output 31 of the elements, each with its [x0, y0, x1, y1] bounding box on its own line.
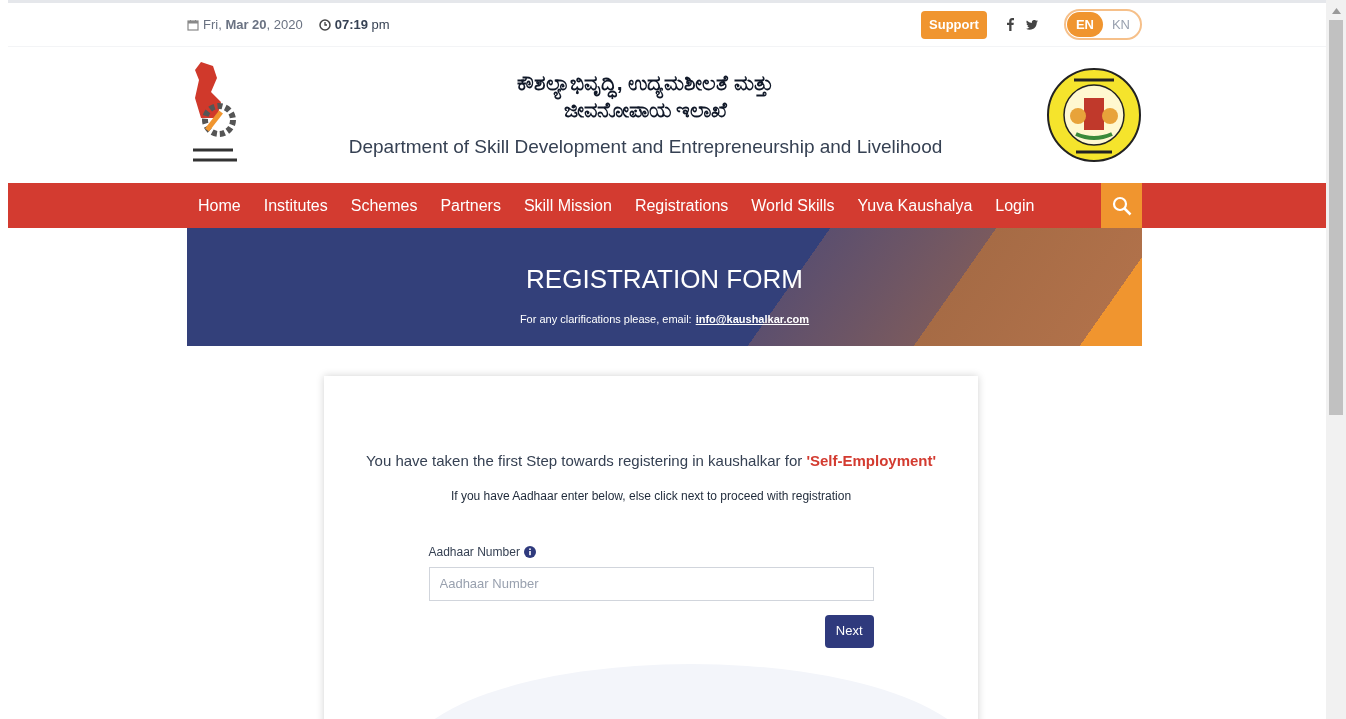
scrollbar-thumb[interactable]: [1329, 20, 1343, 415]
nav-link[interactable]: Home: [198, 193, 241, 218]
next-button[interactable]: Next: [824, 614, 874, 648]
aadhaar-input-field[interactable]: Aadhaar Number: [428, 566, 874, 601]
nav-link[interactable]: World Skills: [751, 193, 835, 218]
nav-link[interactable]: Skill Mission: [523, 193, 612, 218]
info-icon: [523, 545, 536, 558]
nav-link[interactable]: Institutes: [263, 193, 328, 218]
clock-icon: [318, 18, 331, 31]
instruction-text: If you have Aadhaar enter below, else click next to proceed with registration: [450, 487, 852, 505]
banner-note: For any clarifications please, email:: [519, 312, 692, 328]
scrollbar[interactable]: [1326, 0, 1346, 719]
nav-link[interactable]: Partners: [440, 193, 501, 218]
nav-link[interactable]: Yuva Kaushalya: [857, 193, 973, 218]
calendar-icon: [187, 18, 199, 31]
date-text: Fri, Mar 20, 2020: [203, 15, 303, 34]
nav-link[interactable]: Schemes: [350, 193, 418, 218]
email-link[interactable]: info@kaushalkar.com: [695, 311, 810, 328]
language-option[interactable]: KN: [1102, 12, 1139, 37]
intro-text: You have taken the first Step towards registering in kaushalkar for 'Self-Employment': [365, 451, 937, 471]
search-button[interactable]: [1101, 183, 1142, 228]
banner-title: REGISTRATION FORM: [526, 263, 803, 297]
nav-link[interactable]: Registrations: [634, 193, 729, 218]
department-title: Department of Skill Development and Entrepreneurship and Livelihood: [348, 134, 943, 159]
search-icon: [1111, 195, 1132, 216]
scroll-up-icon[interactable]: [1331, 8, 1341, 14]
facebook-icon[interactable]: [1006, 18, 1014, 31]
nav-link[interactable]: Login: [995, 193, 1035, 218]
time-text: 07:19 pm: [334, 15, 390, 34]
field-label: Aadhaar Number: [428, 543, 520, 561]
twitter-icon[interactable]: [1025, 19, 1038, 30]
